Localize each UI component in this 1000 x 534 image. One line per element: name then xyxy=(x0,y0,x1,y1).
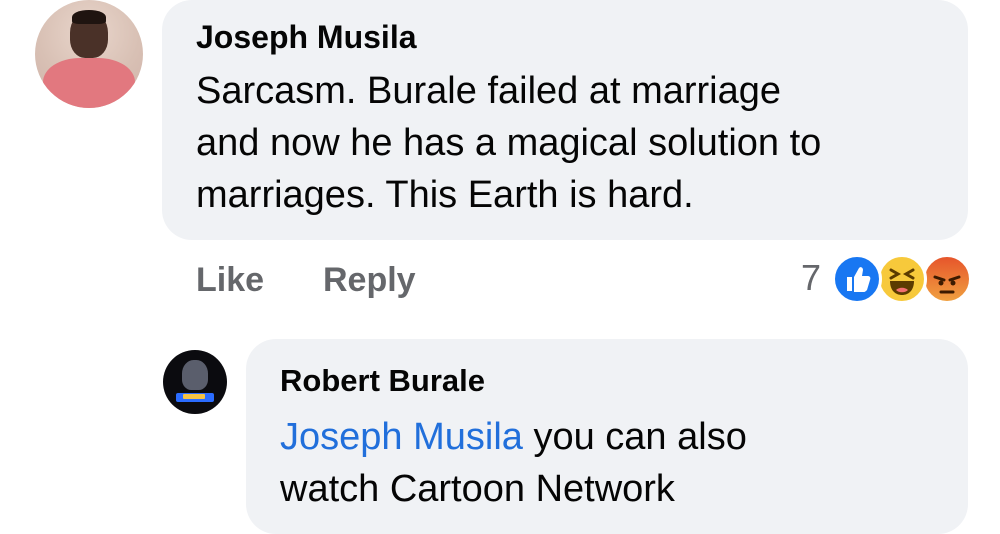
comment-author[interactable]: Joseph Musila xyxy=(196,19,417,55)
avatar-joseph-musila[interactable] xyxy=(35,0,143,108)
avatar-hair xyxy=(72,10,106,24)
comment-text-line: marriages. This Earth is hard. xyxy=(196,174,694,216)
like-button[interactable]: Like xyxy=(196,260,264,300)
avatar-figure xyxy=(182,360,208,390)
angry-icon[interactable] xyxy=(922,254,972,304)
comment-text-line: and now he has a magical solution to xyxy=(196,122,822,164)
reply-text-line: watch Cartoon Network xyxy=(280,468,675,510)
reply-text: Joseph Musila you can also watch Cartoon… xyxy=(280,411,960,515)
avatar-robert-burale[interactable] xyxy=(163,350,227,414)
comment-text: Sarcasm. Burale failed at marriage and n… xyxy=(196,65,956,221)
mention-link[interactable]: Joseph Musila xyxy=(280,416,523,458)
reply-text-fragment: you can also xyxy=(522,416,747,458)
reply-text-line: Joseph Musila you can also xyxy=(280,411,960,463)
reply-author[interactable]: Robert Burale xyxy=(280,363,485,399)
avatar-shirt xyxy=(43,58,135,108)
like-icon[interactable] xyxy=(832,254,882,304)
reaction-count[interactable]: 7 xyxy=(801,257,821,299)
avatar-band-accent xyxy=(183,394,205,399)
comment-text-line: Sarcasm. Burale failed at marriage xyxy=(196,70,782,112)
haha-icon[interactable] xyxy=(877,254,927,304)
reply-button[interactable]: Reply xyxy=(323,260,416,300)
